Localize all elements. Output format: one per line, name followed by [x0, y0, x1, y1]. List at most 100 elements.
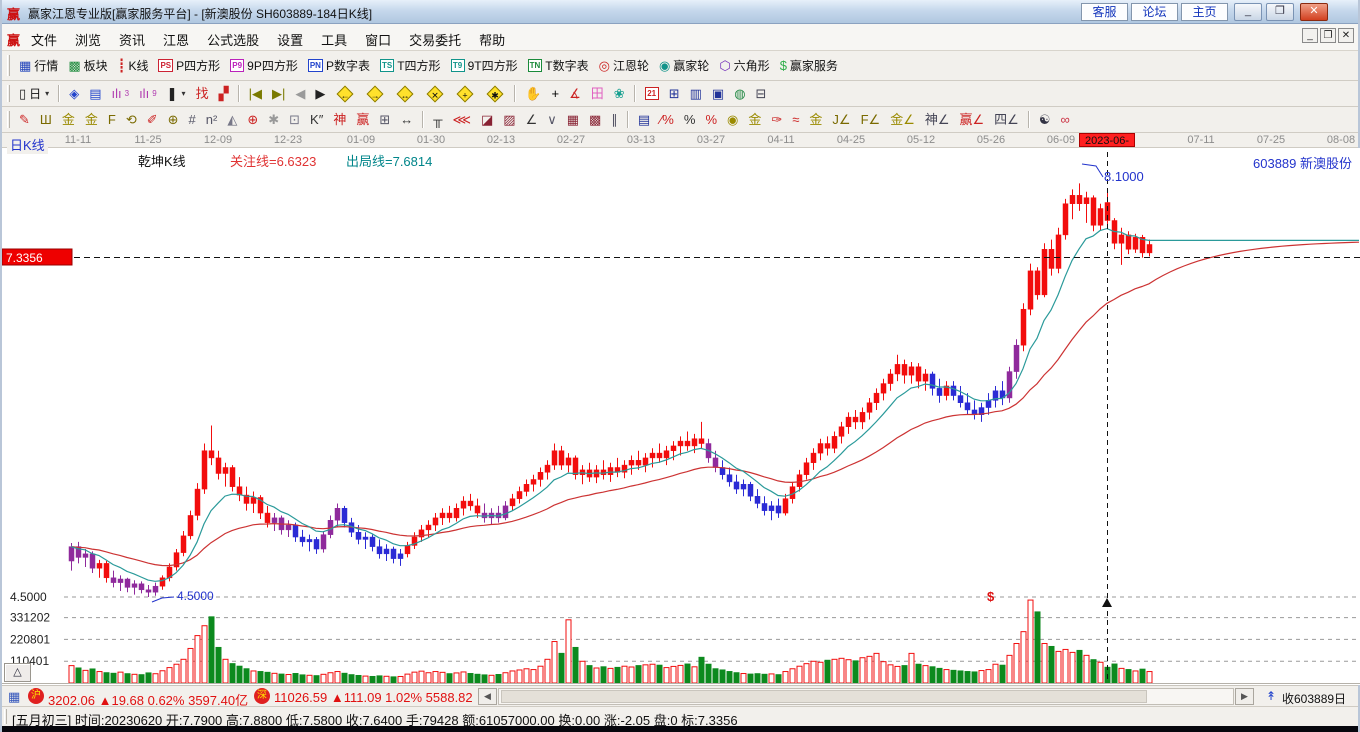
menu-item-browse[interactable]: 浏览	[66, 24, 110, 49]
quote-grid-icon[interactable]: ▦	[8, 689, 20, 705]
winner-wheel-button[interactable]: ◉赢家轮	[654, 56, 714, 75]
fan-b-button[interactable]: ▨	[498, 112, 520, 128]
print-button[interactable]: ⊟	[751, 86, 772, 102]
price-chart-canvas[interactable]: 1104012208013312024.50007.33568.10004.50…	[2, 148, 1360, 685]
last-bar-button[interactable]: ▶|	[267, 86, 290, 102]
grid-123-button[interactable]: ⊞	[374, 112, 395, 128]
grid-b-button[interactable]: ▩	[584, 112, 606, 128]
stats-globe-button[interactable]: ◍	[729, 86, 750, 102]
rays-button[interactable]: ⋘	[447, 112, 476, 128]
gann-wheel-button[interactable]: ◎江恩轮	[594, 56, 654, 75]
gold-angle-button[interactable]: 金	[804, 112, 827, 128]
wave-button[interactable]: ≈	[787, 112, 804, 128]
bars-9-button[interactable]: ılı9	[134, 86, 162, 102]
single-candle-dropdown[interactable]: ❚▾	[162, 86, 191, 102]
percent-slash-button[interactable]: ∕%	[655, 112, 679, 128]
spiral-button[interactable]: ⟲	[121, 112, 142, 128]
home-button[interactable]: 主页	[1181, 3, 1228, 21]
box-target-button[interactable]: ⊡	[284, 112, 305, 128]
menu-item-file[interactable]: 文件	[22, 24, 66, 49]
diamond-plus-button[interactable]: +	[450, 87, 480, 101]
hexagon-button[interactable]: ⬡六角形	[714, 56, 774, 75]
calendar-button[interactable]: 21	[640, 86, 664, 101]
quote-button[interactable]: ▦行情	[14, 56, 63, 75]
doc-minimize-button[interactable]: _	[1302, 28, 1318, 43]
period-daily-dropdown[interactable]: ▯日▾	[14, 84, 54, 103]
menu-item-formula-select[interactable]: 公式选股	[198, 24, 268, 49]
diamond-star-button[interactable]: ✱	[480, 87, 510, 101]
sector-button[interactable]: ▩板块	[63, 56, 112, 75]
grid-a-button[interactable]: ▦	[562, 112, 584, 128]
kline-button[interactable]: ┋K线	[113, 56, 154, 75]
diamond-expand-button[interactable]: ↔	[390, 87, 420, 101]
t-number-button[interactable]: TNT数字表	[523, 56, 594, 75]
menu-item-window[interactable]: 窗口	[356, 24, 400, 49]
price-meter-button[interactable]: ▤	[633, 112, 655, 128]
kefu-button[interactable]: 客服	[1081, 3, 1128, 21]
fan-a-button[interactable]: ◪	[476, 112, 498, 128]
pink-lattice-button[interactable]: 田	[586, 86, 609, 102]
first-bar-button[interactable]: |◀	[244, 86, 267, 102]
cycle-circle-button[interactable]: ⊕	[163, 112, 184, 128]
t-square-button[interactable]: TST四方形	[375, 56, 446, 75]
color-chart-button[interactable]: ▞	[214, 86, 234, 102]
scrollbar-thumb[interactable]	[501, 690, 1147, 703]
crosshair-button[interactable]: +	[547, 86, 565, 102]
p-square-button[interactable]: PSP四方形	[153, 56, 225, 75]
gold-circle-button[interactable]: ◉	[722, 112, 743, 128]
red-target-button[interactable]: ⊕	[242, 112, 263, 128]
star-target-button[interactable]: ✱	[263, 112, 284, 128]
f-angle-button[interactable]: F∠	[856, 112, 886, 128]
measure-width-button[interactable]: ↔	[395, 112, 418, 128]
menu-item-settings[interactable]: 设置	[268, 24, 312, 49]
brush-button[interactable]: ✑	[766, 112, 787, 128]
si-angle-button[interactable]: 四∠	[989, 112, 1024, 128]
n-square-button[interactable]: n²	[201, 112, 223, 128]
ying-angle-button[interactable]: 赢∠	[955, 112, 990, 128]
gold-line2-button[interactable]: 金	[80, 112, 103, 128]
menu-item-tools[interactable]: 工具	[312, 24, 356, 49]
gann-hash-button[interactable]: Ш	[35, 112, 57, 128]
pen-ruler-button[interactable]: ✐	[142, 112, 163, 128]
menu-item-news[interactable]: 资讯	[110, 24, 154, 49]
menu-item-trade[interactable]: 交易委托	[400, 24, 470, 49]
diamond-left-button[interactable]: ←	[330, 87, 360, 101]
winner-service-button[interactable]: $赢家服务	[775, 56, 843, 75]
hash-button[interactable]: #	[184, 112, 201, 128]
angle-lines-button[interactable]: ∠	[521, 112, 543, 128]
t-bracket-button[interactable]: ╥	[428, 112, 447, 128]
notepad-button[interactable]: ▥	[685, 86, 707, 102]
restore-button[interactable]: ❐	[1266, 3, 1294, 21]
next-bar-button[interactable]: ▶	[310, 86, 330, 102]
k-quote-button[interactable]: K″	[305, 112, 328, 128]
pen-tool-button[interactable]: ✎	[14, 112, 35, 128]
yinyang-button[interactable]: ☯	[1034, 112, 1056, 128]
horizontal-scrollbar[interactable]	[498, 688, 1234, 705]
infinity-button[interactable]: ∞	[1055, 112, 1074, 128]
angle-mirror-button[interactable]: ◭	[222, 112, 242, 128]
info-note-button[interactable]: ▤	[84, 86, 106, 102]
gold-level-button[interactable]: 金	[743, 112, 766, 128]
minimize-button[interactable]: _	[1234, 3, 1262, 21]
scroll-left-button[interactable]: ◀	[478, 688, 497, 705]
vee-wave-button[interactable]: ∨	[542, 112, 562, 128]
shen-tool-button[interactable]: 神	[328, 112, 351, 128]
forum-button[interactable]: 论坛	[1131, 3, 1178, 21]
p-number-button[interactable]: PNP数字表	[303, 56, 375, 75]
doc-close-button[interactable]: ✕	[1338, 28, 1354, 43]
find-stock-button[interactable]: 找	[191, 86, 214, 102]
calculator-button[interactable]: ⊞	[664, 86, 685, 102]
gold-line1-button[interactable]: 金	[57, 112, 80, 128]
menu-item-gann[interactable]: 江恩	[154, 24, 198, 49]
diamond-right-button[interactable]: →	[360, 87, 390, 101]
t9-square-button[interactable]: T99T四方形	[446, 56, 523, 75]
diamond-cross-button[interactable]: ✕	[420, 87, 450, 101]
link-tool-button[interactable]: ◈	[64, 86, 84, 102]
doc-restore-button[interactable]: ❐	[1320, 28, 1336, 43]
pan-hand-button[interactable]: ✋	[520, 86, 546, 102]
j-angle-button[interactable]: J∠	[827, 112, 855, 128]
menu-item-help[interactable]: 帮助	[470, 24, 514, 49]
scroll-right-button[interactable]: ▶	[1235, 688, 1254, 705]
angle-measure-button[interactable]: ∡	[564, 86, 586, 102]
p9-square-button[interactable]: P99P四方形	[225, 56, 303, 75]
